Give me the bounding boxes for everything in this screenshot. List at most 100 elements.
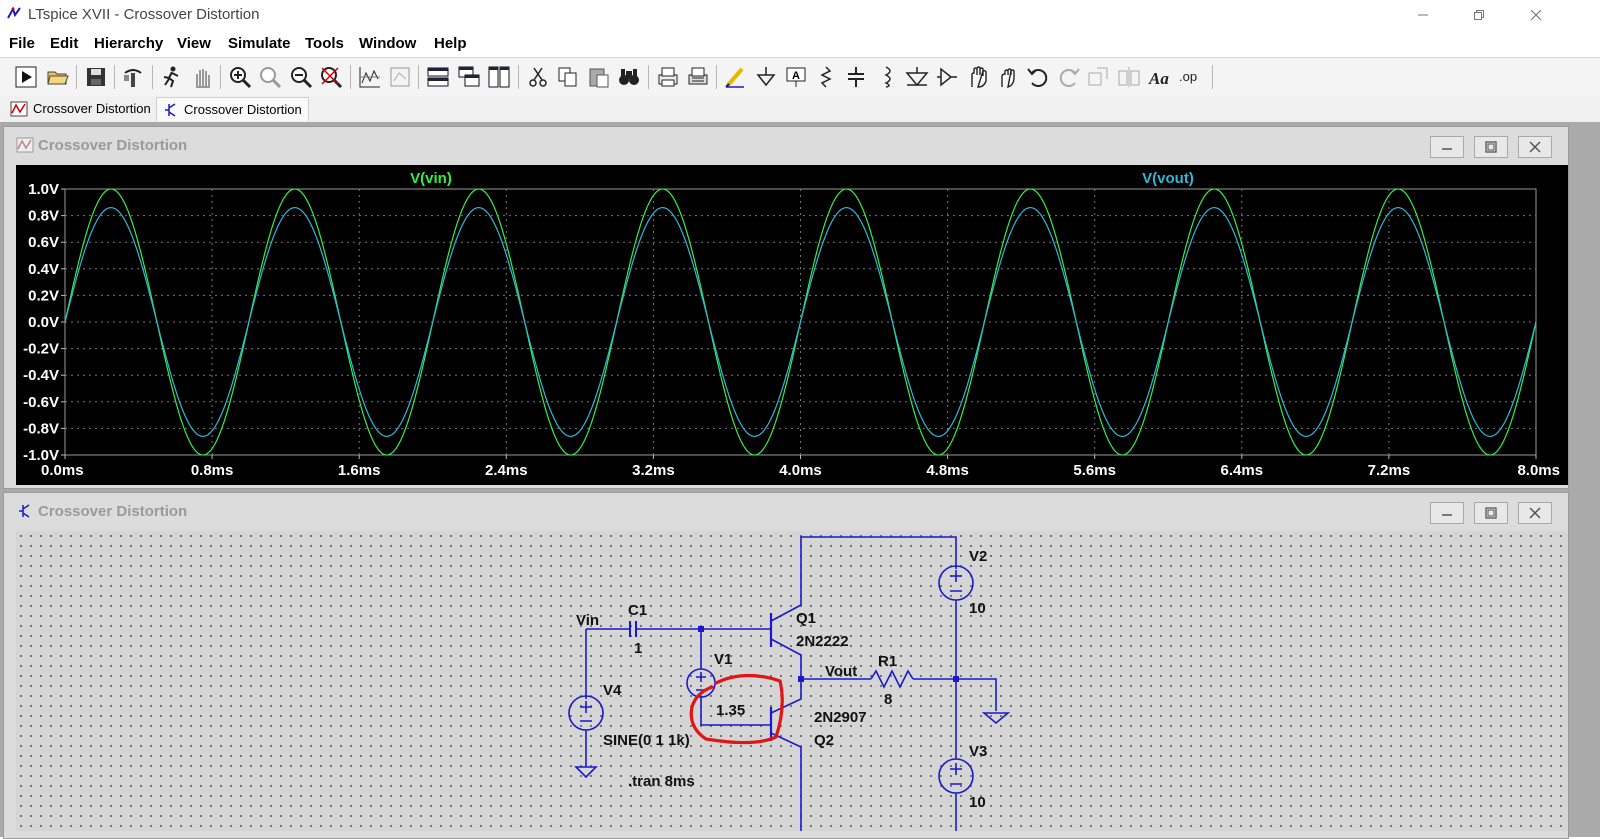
schematic-window-title: Crossover Distortion	[38, 503, 188, 520]
menu-hierarchy[interactable]: Hierarchy	[94, 35, 163, 52]
ground-symbol	[981, 712, 1011, 725]
polarity-mark	[696, 672, 706, 691]
paste-icon[interactable]	[587, 65, 611, 89]
toolbar-separator	[518, 65, 519, 89]
q1-model: 2N2222	[796, 633, 849, 650]
svg-text:.op: .op	[1179, 69, 1197, 84]
menu-tools[interactable]: Tools	[305, 35, 344, 52]
open-icon[interactable]	[46, 65, 70, 89]
restore-button[interactable]	[1456, 0, 1502, 30]
maximize-icon	[1485, 141, 1497, 153]
close-icon	[1529, 141, 1541, 153]
close-button[interactable]	[1513, 0, 1559, 30]
menu-window[interactable]: Window	[359, 35, 416, 52]
diode-icon[interactable]	[905, 65, 929, 89]
v4-value: SINE(0 1 1k)	[603, 732, 690, 749]
toolbar-separator	[114, 65, 115, 89]
find-icon[interactable]	[617, 65, 641, 89]
tab-waveform[interactable]: Crossover Distortion	[4, 97, 157, 120]
zoom-in-icon[interactable]	[228, 65, 252, 89]
resistor-icon[interactable]	[814, 65, 838, 89]
minimize-button[interactable]	[1400, 0, 1446, 30]
label-net-icon[interactable]: A	[784, 65, 808, 89]
v1-name: V1	[714, 651, 732, 668]
junction-dot	[698, 626, 704, 632]
ground-icon[interactable]	[754, 65, 778, 89]
v3-name: V3	[969, 743, 987, 760]
toolbar-separator	[152, 65, 153, 89]
schematic-close-button[interactable]	[1518, 502, 1552, 524]
ltspice-app-icon	[7, 6, 21, 19]
y-tick-label: -0.6V	[23, 394, 59, 411]
drag-icon[interactable]	[996, 65, 1020, 89]
q2-model: 2N2907	[814, 709, 867, 726]
halt-icon[interactable]	[159, 65, 183, 89]
y-tick-label: 0.2V	[28, 287, 59, 304]
junction-dot	[953, 676, 959, 682]
close-icon	[1529, 507, 1541, 519]
control-panel-icon[interactable]	[121, 65, 145, 89]
tile-vertical-icon[interactable]	[487, 65, 511, 89]
capacitor-icon[interactable]	[844, 65, 868, 89]
trace-label: V(vin)	[410, 170, 452, 187]
pan-icon[interactable]	[190, 65, 214, 89]
schematic-maximize-button[interactable]	[1474, 502, 1508, 524]
x-tick-label: 3.2ms	[632, 462, 675, 479]
tile-horizontal-icon[interactable]	[426, 65, 450, 89]
zoom-out-icon[interactable]	[289, 65, 313, 89]
vin-net-label: Vin	[576, 612, 599, 629]
print-setup-icon[interactable]	[686, 65, 710, 89]
menu-simulate[interactable]: Simulate	[228, 35, 291, 52]
redo-icon[interactable]	[1057, 65, 1081, 89]
cut-icon[interactable]	[526, 65, 550, 89]
copy-icon[interactable]	[556, 65, 580, 89]
toolbar-separator	[220, 65, 221, 89]
waveform-close-button[interactable]	[1518, 136, 1552, 158]
print-icon[interactable]	[656, 65, 680, 89]
text-icon[interactable]: Aa	[1148, 65, 1172, 89]
undo-icon[interactable]	[1026, 65, 1050, 89]
toolbar-separator	[76, 65, 77, 89]
x-tick-label: 5.6ms	[1073, 462, 1116, 479]
menu-help[interactable]: Help	[434, 35, 467, 52]
inductor-icon[interactable]	[874, 65, 898, 89]
polarity-mark	[950, 763, 962, 785]
mark-unref-icon[interactable]	[388, 65, 412, 89]
plot-axis-labels: 1.0V 0.8V 0.6V 0.4V 0.2V 0.0V -0.2V -0.4V -0.6V -…	[23, 181, 1560, 479]
waveform-icon	[10, 101, 28, 116]
r1-name: R1	[878, 653, 897, 670]
autorange-icon[interactable]	[358, 65, 382, 89]
schematic-window-titlebar[interactable]: Crossover Distortion	[4, 493, 1568, 527]
document-tab-bar: Crossover Distortion Crossover Distortio…	[0, 96, 1600, 122]
waveform-window-titlebar[interactable]: Crossover Distortion	[4, 127, 1568, 161]
spice-directive-text[interactable]: .tran 8ms	[628, 773, 695, 790]
mirror-icon[interactable]	[1117, 65, 1141, 89]
waveform-plot-area[interactable]: 1.0V 0.8V 0.6V 0.4V 0.2V 0.0V -0.2V -0.4V -0.6V -…	[16, 165, 1568, 485]
schematic-canvas[interactable]: Vin C1 1 V1 1.35 V4 SINE(0 1 1k) Q1 2N22…	[16, 531, 1568, 831]
y-tick-label: 1.0V	[28, 181, 59, 198]
move-icon[interactable]	[966, 65, 990, 89]
component-icon[interactable]	[935, 65, 959, 89]
schematic-icon	[165, 102, 176, 117]
maximize-icon	[1485, 507, 1497, 519]
spice-directive-icon[interactable]: .op	[1178, 65, 1202, 89]
schematic-minimize-button[interactable]	[1430, 502, 1464, 524]
menu-file[interactable]: File	[9, 35, 35, 52]
save-icon[interactable]	[84, 65, 108, 89]
waveform-maximize-button[interactable]	[1474, 136, 1508, 158]
draw-wire-icon[interactable]	[724, 65, 748, 89]
tab-schematic[interactable]: Crossover Distortion	[156, 97, 309, 121]
zoom-area-icon[interactable]	[258, 65, 282, 89]
menu-edit[interactable]: Edit	[50, 35, 78, 52]
rotate-icon[interactable]	[1087, 65, 1111, 89]
zoom-fit-icon[interactable]	[319, 65, 343, 89]
waveform-minimize-button[interactable]	[1430, 136, 1464, 158]
c1-value: 1	[634, 640, 642, 657]
minimize-icon	[1442, 148, 1452, 150]
junction-dot	[798, 676, 804, 682]
title-bar: LTspice XVII - Crossover Distortion	[0, 0, 1600, 30]
schematic-drawing: Vin C1 1 V1 1.35 V4 SINE(0 1 1k) Q1 2N22…	[568, 536, 1011, 831]
menu-view[interactable]: View	[177, 35, 211, 52]
cascade-icon[interactable]	[457, 65, 481, 89]
run-icon[interactable]	[14, 65, 38, 89]
